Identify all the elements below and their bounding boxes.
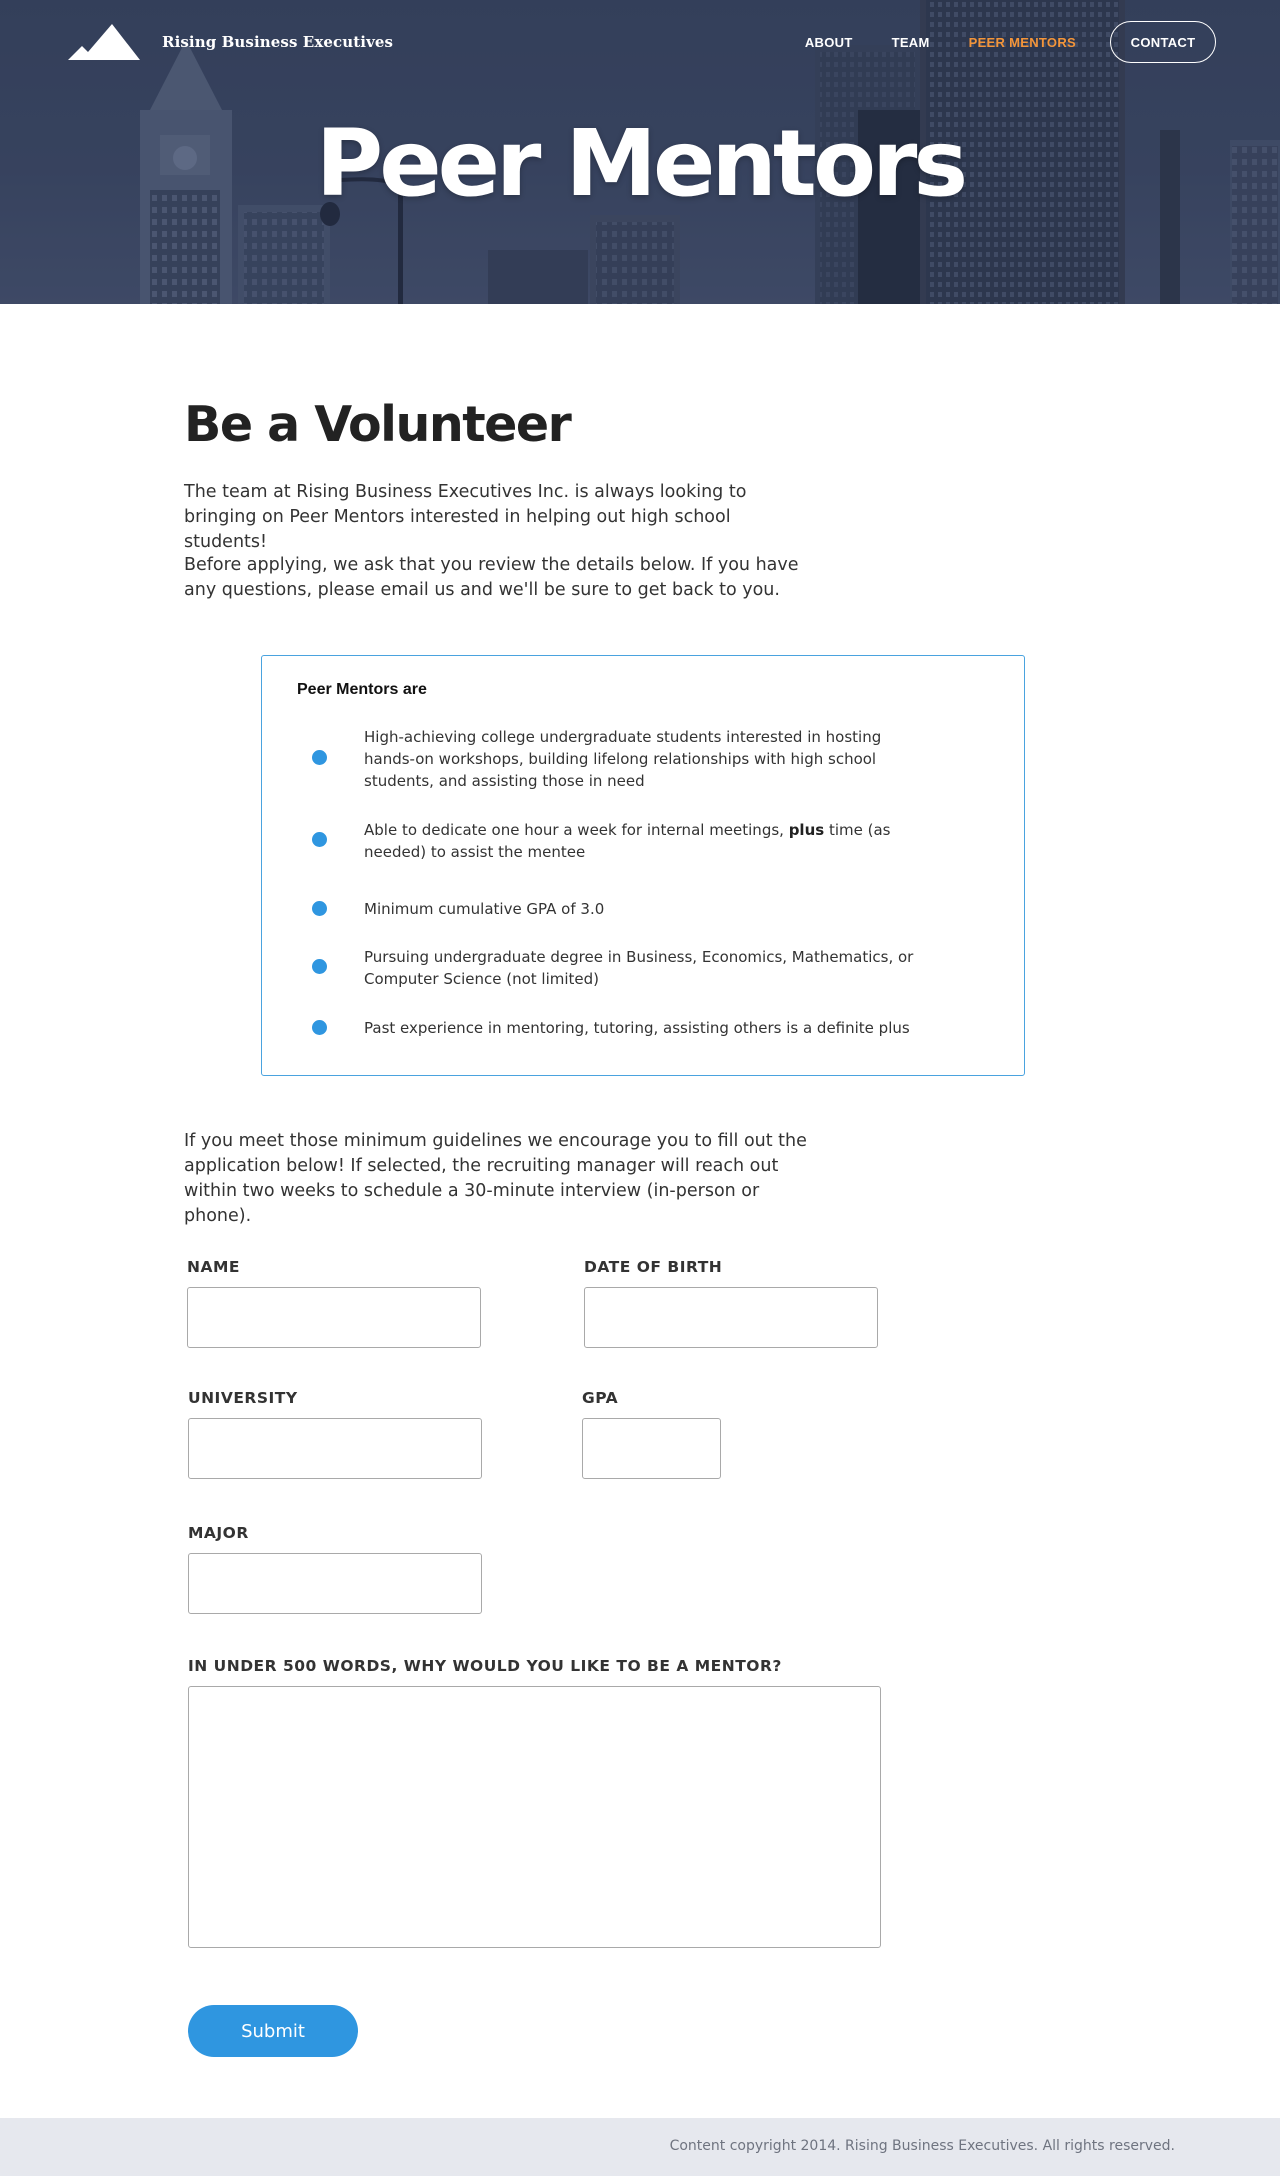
intro-section: Be a Volunteer The team at Rising Busine… [184,395,1084,600]
nav-about[interactable]: ABOUT [805,35,853,50]
main-nav: ABOUT TEAM PEER MENTORS CONTACT [766,21,1216,63]
name-input[interactable] [187,1287,481,1348]
name-label: NAME [187,1258,240,1276]
brand-name: Rising Business Executives [162,33,394,51]
list-item-text: Minimum cumulative GPA of 3.0 [364,900,605,918]
submit-button[interactable]: Submit [188,2005,358,2057]
list-item-text: Past experience in mentoring, tutoring, … [364,1019,910,1037]
bullet-icon [312,959,327,974]
date-of-birth-input[interactable] [584,1287,878,1348]
section-heading: Be a Volunteer [184,396,572,453]
requirements-box: Peer Mentors are High-achieving college … [261,655,1025,1076]
date-of-birth-label: DATE OF BIRTH [584,1258,723,1276]
intro-paragraph-2: Before applying, we ask that you review … [184,555,799,600]
university-label: UNIVERSITY [188,1389,298,1407]
list-item-text: High-achieving college undergraduate stu… [364,728,882,790]
guidelines-paragraph: If you meet those minimum guidelines we … [184,1131,807,1226]
gpa-input[interactable] [582,1418,721,1479]
copyright-text: Content copyright 2014. Rising Business … [669,2138,1175,2154]
list-item-text: Able to dedicate one hour a week for int… [364,821,891,861]
bullet-icon [312,1020,327,1035]
major-label: MAJOR [188,1524,249,1542]
page-title: Peer Mentors [315,110,968,217]
bullet-icon [312,901,327,916]
gpa-label: GPA [582,1389,619,1407]
hero-banner: Rising Business Executives ABOUT TEAM PE… [0,0,1280,304]
nav-team[interactable]: TEAM [892,35,930,50]
footer: Content copyright 2014. Rising Business … [0,2118,1280,2176]
mountain-icon [68,24,140,60]
intro-paragraph: The team at Rising Business Executives I… [184,482,747,552]
logo[interactable]: Rising Business Executives [68,24,393,60]
bullet-icon [312,750,327,765]
essay-textarea[interactable] [188,1686,881,1948]
university-input[interactable] [188,1418,482,1479]
list-item-text: Pursuing undergraduate degree in Busines… [364,948,914,988]
emphasis-text: plus [788,821,825,839]
bullet-icon [312,832,327,847]
nav-contact-button[interactable]: CONTACT [1110,21,1216,63]
essay-label: IN UNDER 500 WORDS, WHY WOULD YOU LIKE T… [188,1657,782,1675]
requirements-title: Peer Mentors are [297,681,427,698]
major-input[interactable] [188,1553,482,1614]
nav-peer-mentors[interactable]: PEER MENTORS [969,35,1076,50]
